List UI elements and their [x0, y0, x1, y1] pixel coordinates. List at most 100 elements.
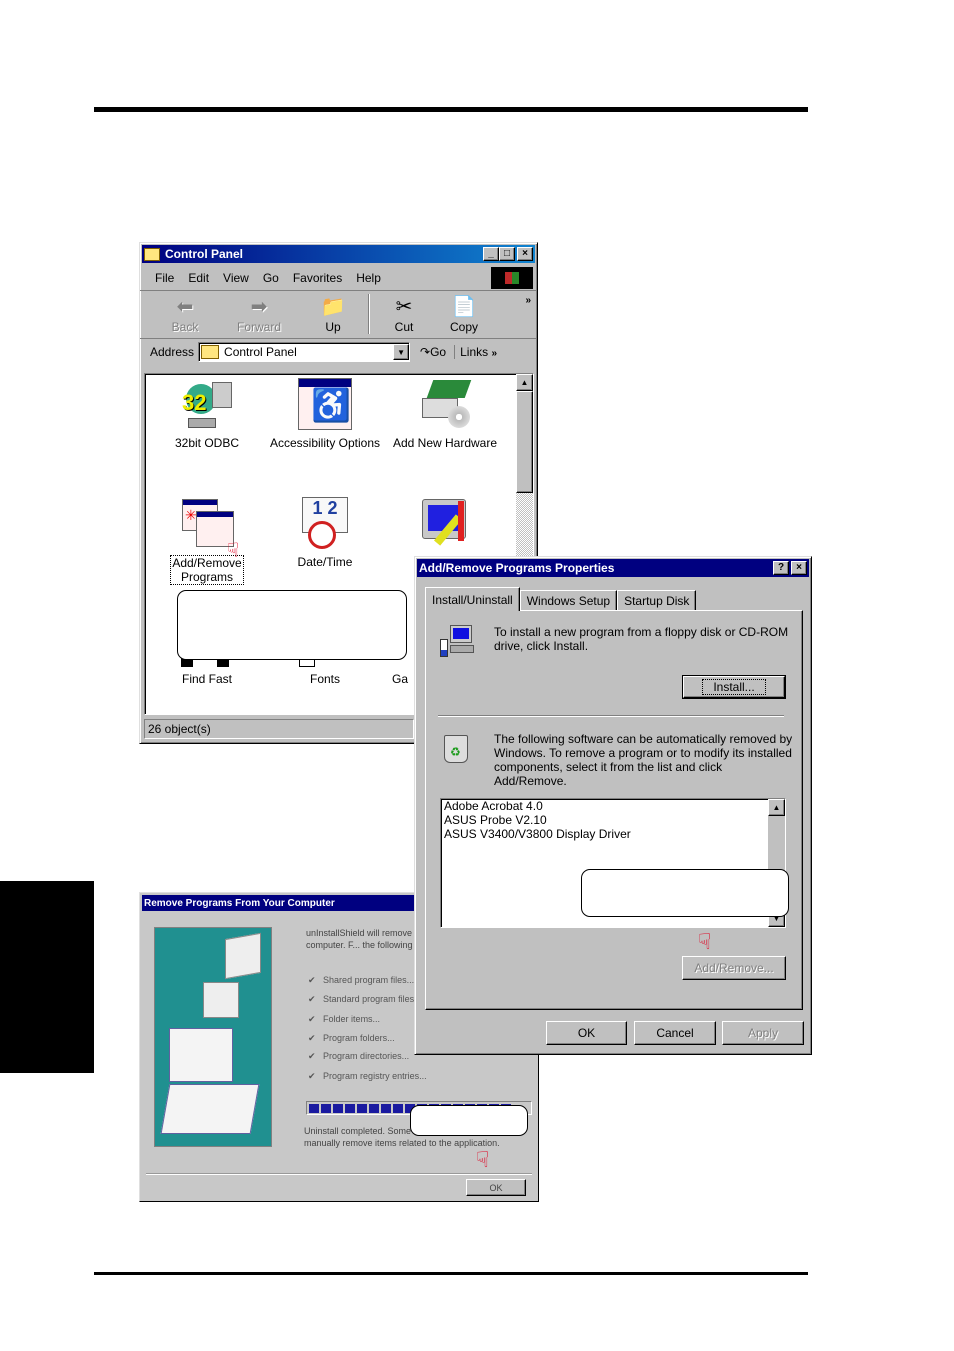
icon-find-fast[interactable]: Find Fast — [147, 672, 267, 686]
cut-button[interactable]: ✂ Cut — [372, 294, 436, 334]
list-scroll-up-button[interactable]: ▲ — [768, 799, 785, 816]
install-uninstall-panel: To install a new program from a floppy d… — [425, 610, 803, 1010]
uninstall-illustration — [154, 927, 272, 1147]
progress-block — [333, 1104, 343, 1113]
help-button[interactable]: ? — [773, 561, 789, 575]
status-bar: 26 object(s) — [144, 719, 414, 739]
close-button[interactable]: × — [517, 247, 533, 261]
footer-rule — [94, 1272, 808, 1275]
icon-accessibility-options[interactable]: ♿ Accessibility Options — [265, 378, 385, 450]
remove-instructions: The following software can be automatica… — [494, 732, 793, 788]
component-row: ✔ Folder items... — [308, 1014, 381, 1024]
menu-file[interactable]: File — [155, 271, 174, 285]
go-arrow-icon: ↷ — [420, 345, 431, 359]
progress-block — [357, 1104, 367, 1113]
component-row: ✔ Shared program files... — [308, 975, 415, 985]
toolbar-separator — [368, 294, 370, 334]
apply-button[interactable]: Apply — [722, 1021, 804, 1045]
progress-block — [381, 1104, 391, 1113]
up-button[interactable]: 📁 Up — [298, 294, 368, 334]
recycle-bin-icon: ♻ — [442, 731, 470, 765]
component-row: ✔ Program directories... — [308, 1051, 410, 1061]
annotation-callout — [177, 590, 407, 660]
address-dropdown-button[interactable]: ▼ — [393, 344, 410, 360]
odbc-icon: 32 — [180, 378, 234, 430]
back-button[interactable]: ⬅ Back — [150, 294, 220, 334]
menu-edit[interactable]: Edit — [188, 271, 209, 285]
icon-add-new-hardware[interactable]: Add New Hardware — [385, 378, 505, 450]
menu-view[interactable]: View — [223, 271, 249, 285]
menu-favorites[interactable]: Favorites — [293, 271, 342, 285]
icon-fonts[interactable]: Fonts — [265, 672, 385, 686]
maximize-button[interactable]: □ — [499, 247, 515, 261]
back-arrow-icon: ⬅ — [176, 296, 194, 318]
status-text: 26 object(s) — [148, 722, 211, 736]
tab-startup-disk[interactable]: Startup Disk — [617, 590, 697, 611]
address-input[interactable]: Control Panel ▼ — [198, 342, 411, 362]
links-button[interactable]: Links » — [454, 345, 497, 359]
forward-button[interactable]: ➡ Forward — [220, 294, 298, 334]
standard-toolbar: ⬅ Back ➡ Forward 📁 Up ✂ Cut 📄 Copy » — [140, 291, 537, 339]
list-item[interactable]: ASUS Probe V2.10 — [441, 813, 785, 827]
scissors-icon: ✂ — [395, 296, 413, 318]
pointing-hand-icon: ☟ — [227, 540, 240, 562]
address-bar: Address Control Panel ▼ ↷Go Links » — [140, 339, 537, 365]
install-button[interactable]: Install... — [682, 675, 786, 699]
progress-block — [393, 1104, 403, 1113]
hardware-icon — [418, 378, 472, 430]
component-row: ✔ Program registry entries... — [308, 1071, 427, 1081]
copy-icon: 📄 — [451, 296, 477, 318]
icon-game-controllers[interactable]: Ga — [385, 672, 415, 686]
scroll-thumb[interactable] — [516, 391, 533, 493]
copy-button[interactable]: 📄 Copy — [436, 294, 492, 334]
go-button[interactable]: ↷Go — [420, 345, 446, 359]
window-title: Control Panel — [165, 247, 244, 261]
tab-install-uninstall[interactable]: Install/Uninstall — [425, 587, 520, 611]
address-label: Address — [150, 345, 195, 359]
install-computer-icon — [440, 625, 474, 659]
header-rule — [94, 107, 808, 112]
progress-block — [321, 1104, 331, 1113]
annotation-callout — [410, 1105, 528, 1136]
icon-date-time[interactable]: 1 2 Date/Time — [265, 497, 385, 569]
toolbar-chevron-icon[interactable]: » — [525, 295, 531, 306]
icon-32bit-odbc[interactable]: 32 32bit ODBC — [147, 378, 267, 450]
control-panel-small-icon — [201, 345, 220, 359]
title-bar: Control Panel _ □ × — [142, 245, 535, 263]
icon-add-remove-programs[interactable]: ✳ Add/Remove Programs ☟ — [147, 497, 267, 585]
forward-arrow-icon: ➡ — [250, 296, 268, 318]
progress-block — [345, 1104, 355, 1113]
component-row: ✔ Program folders... — [308, 1033, 395, 1043]
ok-button[interactable]: OK — [546, 1021, 627, 1045]
progress-block — [369, 1104, 379, 1113]
list-item[interactable]: Adobe Acrobat 4.0 — [441, 799, 785, 813]
rp-ok-button[interactable]: OK — [466, 1179, 526, 1196]
pointing-hand-icon: ☟ — [476, 1147, 490, 1172]
display-icon — [418, 497, 472, 549]
cancel-button[interactable]: Cancel — [634, 1021, 716, 1045]
scroll-up-button[interactable]: ▲ — [516, 374, 533, 391]
tab-strip: Install/Uninstall Windows Setup Startup … — [425, 587, 697, 611]
menu-bar: File Edit View Go Favorites Help — [140, 265, 537, 291]
date-time-icon: 1 2 — [298, 497, 352, 549]
up-folder-icon: 📁 — [320, 296, 346, 318]
pointing-hand-icon: ☟ — [698, 929, 712, 954]
install-instructions: To install a new program from a floppy d… — [494, 625, 789, 653]
list-item[interactable]: ASUS V3400/V3800 Display Driver — [441, 827, 785, 841]
minimize-button[interactable]: _ — [483, 247, 499, 261]
windows-logo-icon — [491, 266, 533, 289]
menu-help[interactable]: Help — [356, 271, 381, 285]
component-row: ✔ Standard program files — [308, 994, 415, 1004]
menu-go[interactable]: Go — [263, 271, 279, 285]
tab-windows-setup[interactable]: Windows Setup — [519, 590, 618, 611]
accessibility-icon: ♿ — [298, 378, 352, 430]
separator — [438, 715, 784, 717]
add-remove-properties-dialog: Add/Remove Programs Properties ? × Insta… — [414, 556, 812, 1055]
ar-title-bar: Add/Remove Programs Properties ? × — [417, 559, 809, 577]
annotation-callout — [581, 869, 789, 917]
add-remove-button[interactable]: Add/Remove... — [682, 956, 786, 980]
add-remove-programs-icon: ✳ — [180, 497, 234, 549]
progress-block — [309, 1104, 319, 1113]
icon-display[interactable] — [385, 497, 505, 555]
ar-close-button[interactable]: × — [791, 561, 807, 575]
